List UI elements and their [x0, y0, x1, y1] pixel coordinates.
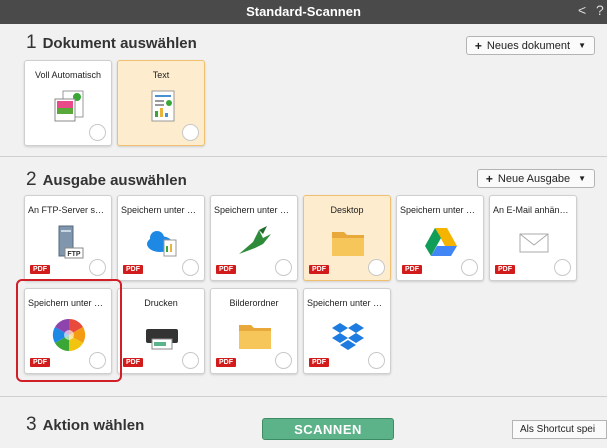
edit-icon[interactable]: [461, 259, 478, 276]
edit-icon[interactable]: [182, 259, 199, 276]
back-icon[interactable]: <: [578, 2, 586, 18]
google-drive-icon: [425, 228, 457, 256]
pdf-badge: PDF: [30, 265, 50, 274]
tile-onedrive[interactable]: Speichern unter O... PDF: [117, 195, 205, 281]
dropbox-icon: [332, 323, 364, 350]
save-shortcut-button[interactable]: Als Shortcut spei: [512, 420, 607, 439]
tile-dropbox[interactable]: Speichern unter Dr... PDF: [303, 288, 391, 374]
desktop-folder-icon: [332, 232, 364, 256]
edit-icon[interactable]: [368, 352, 385, 369]
pdf-badge: PDF: [309, 358, 329, 367]
tile-pictures-folder[interactable]: Bilderordner PDF: [210, 288, 298, 374]
document-section: 1 Dokument auswählen + Neues dokument ▼ V…: [0, 24, 607, 152]
pdf-badge: PDF: [402, 265, 422, 274]
tile-desktop[interactable]: Desktop PDF: [303, 195, 391, 281]
help-icon[interactable]: ?: [596, 2, 604, 18]
edit-icon[interactable]: [89, 259, 106, 276]
pdf-badge: PDF: [309, 265, 329, 274]
plus-icon: +: [474, 38, 482, 53]
plus-icon: +: [485, 171, 493, 186]
pdf-badge: PDF: [495, 265, 515, 274]
new-output-button[interactable]: + Neue Ausgabe ▼: [476, 169, 595, 188]
edit-icon[interactable]: [182, 124, 199, 141]
tile-text[interactable]: Text: [117, 60, 205, 146]
selection-highlight: [16, 279, 122, 382]
tile-print[interactable]: Drucken PDF: [117, 288, 205, 374]
edit-icon[interactable]: [182, 352, 199, 369]
pdf-badge: PDF: [123, 265, 143, 274]
output-section-title: 2 Ausgabe auswählen: [26, 169, 187, 190]
pdf-badge: PDF: [123, 358, 143, 367]
chevron-down-icon: ▼: [578, 174, 586, 183]
hummingbird-icon: [239, 226, 271, 254]
text-document-icon: [151, 90, 175, 122]
action-section-title: 3 Aktion wählen: [26, 414, 145, 435]
svg-text:FTP: FTP: [67, 251, 81, 258]
title-bar: Standard-Scannen < ?: [0, 0, 607, 24]
pdf-badge: PDF: [216, 358, 236, 367]
pdf-badge: PDF: [216, 265, 236, 274]
edit-icon[interactable]: [368, 259, 385, 276]
onedrive-icon: [147, 231, 177, 257]
photo-document-icon: [54, 90, 84, 122]
edit-icon[interactable]: [89, 124, 106, 141]
tile-google-drive[interactable]: Speichern unter G... PDF: [396, 195, 484, 281]
email-icon: [519, 233, 549, 253]
document-section-title: 1 Dokument auswählen: [26, 32, 197, 53]
edit-icon[interactable]: [275, 352, 292, 369]
tile-voll-automatisch[interactable]: Voll Automatisch: [24, 60, 112, 146]
action-section: 3 Aktion wählen SCANNEN Als Shortcut spei: [0, 396, 607, 448]
tile-ftp-server[interactable]: An FTP-Server sen... FTP PDF: [24, 195, 112, 281]
chevron-down-icon: ▼: [578, 41, 586, 50]
printer-icon: [146, 329, 178, 350]
ftp-server-icon: FTP: [58, 225, 84, 259]
edit-icon[interactable]: [275, 259, 292, 276]
pictures-folder-icon: [239, 325, 271, 349]
window-title: Standard-Scannen: [246, 4, 361, 19]
tile-email[interactable]: An E-Mail anhängen PDF: [489, 195, 577, 281]
edit-icon[interactable]: [554, 259, 571, 276]
scan-button[interactable]: SCANNEN: [262, 418, 394, 440]
tile-sugarsync[interactable]: Speichern unter Su... PDF: [210, 195, 298, 281]
new-document-button[interactable]: + Neues dokument ▼: [465, 36, 595, 55]
